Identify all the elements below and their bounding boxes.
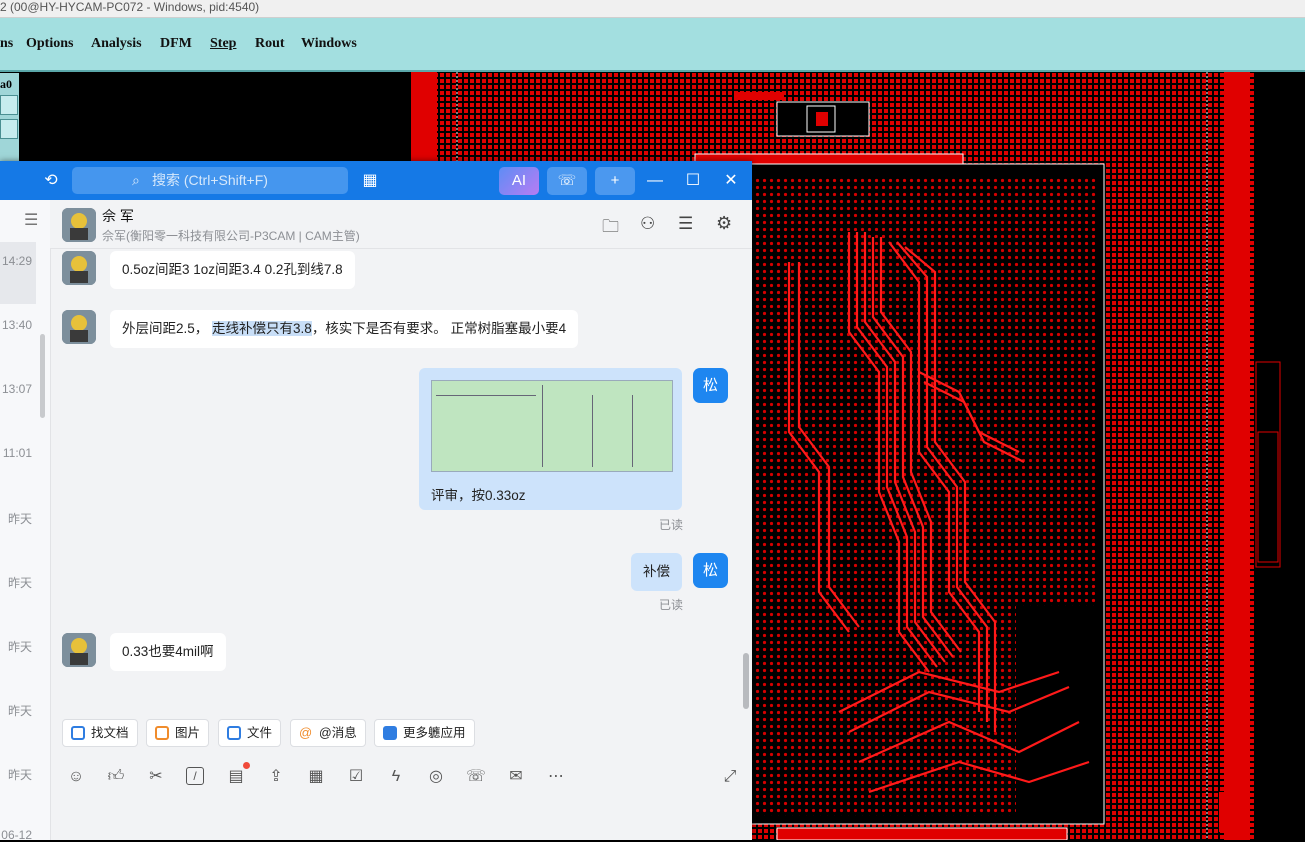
scissors-icon[interactable]: ✂	[146, 767, 166, 787]
read-status: 已读	[659, 598, 684, 612]
conversation-list: ☰ 14:29 13:40 13:07 11:01 昨天 昨天 昨天 昨天 昨天…	[0, 200, 51, 842]
conversation-time[interactable]: 昨天	[0, 510, 32, 527]
menu-item-windows[interactable]: Windows	[301, 36, 357, 52]
apps-grid-icon[interactable]: ▦	[356, 167, 384, 195]
strip-label: a0	[0, 77, 12, 91]
chat-titlebar: ⟲ ⌕ 搜索 (Ctrl+Shift+F) ▦ AI ☏ + — ☐ ✕	[0, 161, 752, 200]
contact-name: 佘 军	[102, 208, 134, 224]
conversation-time[interactable]: 11:01	[0, 446, 32, 460]
conversation-time[interactable]: 昨天	[0, 574, 32, 591]
image-thumbnail[interactable]	[431, 380, 673, 472]
menu-item-rout[interactable]: Rout	[255, 36, 285, 52]
search-history-icon[interactable]: ☰	[678, 214, 693, 234]
menu-item-analysis[interactable]: Analysis	[91, 36, 142, 52]
conversation-time[interactable]: 13:40	[0, 318, 32, 332]
messages-scrollbar[interactable]	[743, 653, 749, 709]
image-icon	[155, 726, 169, 740]
emoji-icon[interactable]: ☺	[66, 767, 86, 787]
document-edit-icon[interactable]: ▤	[226, 767, 246, 787]
calendar-icon[interactable]: ▦	[306, 767, 326, 787]
chat-header: 佘 军 佘军(衡阳零一科技有限公司-P3CAM | CAM主管) 🗀 ⚇ ☰ ⚙	[50, 200, 752, 249]
call-button[interactable]: ☏	[547, 167, 587, 195]
apps-icon	[383, 726, 397, 740]
find-document-chip[interactable]: 找文档	[62, 719, 138, 747]
message-bubble[interactable]: 0.33也要4mil啊	[110, 633, 226, 671]
file-chip[interactable]: 文件	[218, 719, 282, 747]
conversation-time[interactable]: 13:07	[0, 382, 32, 396]
image-chip[interactable]: 图片	[146, 719, 210, 747]
read-status: 已读	[659, 518, 684, 532]
expand-icon[interactable]: ⤢	[720, 767, 740, 787]
menu-icon[interactable]: ☰	[24, 210, 44, 230]
cam-left-toolstrip: a0	[0, 73, 19, 163]
folder-icon[interactable]: 🗀	[602, 214, 619, 243]
message-bubble[interactable]: 外层间距2.5， 走线补偿只有3.8，核实下是否有要求。 正常树脂塞最小要4	[110, 310, 579, 348]
conversation-time[interactable]: 昨天	[0, 638, 32, 655]
search-input[interactable]: ⌕ 搜索 (Ctrl+Shift+F)	[72, 167, 348, 194]
maximize-icon[interactable]: ☐	[680, 167, 706, 195]
message-bubble[interactable]: 0.5oz间距3 1oz间距3.4 0.2孔到线7.8	[110, 251, 355, 289]
menu-item-ns[interactable]: ns	[0, 36, 13, 52]
search-placeholder: 搜索 (Ctrl+Shift+F)	[152, 172, 268, 188]
image-message[interactable]: 评审，按0.33oz	[419, 368, 682, 510]
message-bubble[interactable]: 补偿	[631, 553, 682, 591]
more-apps-chip[interactable]: 更多軈应用	[374, 719, 475, 747]
minimize-icon[interactable]: —	[642, 167, 668, 195]
upload-icon[interactable]: ⇪	[266, 767, 286, 787]
sender-avatar[interactable]	[62, 633, 96, 667]
add-button[interactable]: +	[595, 167, 635, 195]
mention-chip[interactable]: @ @消息	[290, 719, 366, 747]
menu-item-options[interactable]: Options	[26, 36, 73, 52]
checkbox-icon[interactable]: ☑	[346, 767, 366, 787]
chat-window: ⟲ ⌕ 搜索 (Ctrl+Shift+F) ▦ AI ☏ + — ☐ ✕ ☰ 1…	[0, 161, 752, 842]
sender-avatar[interactable]	[62, 310, 96, 344]
conversation-time[interactable]: 14:29	[0, 254, 32, 268]
menu-item-step[interactable]: Step	[210, 36, 236, 52]
sender-avatar[interactable]	[62, 251, 96, 285]
more-icon[interactable]: ⋯	[546, 767, 566, 787]
mail-icon[interactable]: ✉	[506, 767, 526, 787]
settings-icon[interactable]: ⚙	[716, 213, 732, 234]
my-avatar[interactable]: 松	[693, 553, 728, 588]
contact-avatar[interactable]	[62, 208, 96, 242]
document-icon	[71, 726, 85, 740]
folder-icon	[227, 726, 241, 740]
phone-icon: ☏	[557, 172, 577, 189]
contact-subtitle: 佘军(衡阳零一科技有限公司-P3CAM | CAM主管)	[102, 229, 360, 243]
close-icon[interactable]: ✕	[718, 167, 744, 195]
cam-menubar: ns Options Analysis DFM Step Rout Window…	[0, 18, 1305, 72]
add-user-icon[interactable]: ⚇	[640, 214, 655, 234]
at-icon: @	[299, 725, 313, 740]
thumbs-up-icon[interactable]: 👍︎	[106, 767, 126, 787]
conversation-time[interactable]: 昨天	[0, 766, 32, 783]
selected-text: 走线补偿只有3.8	[212, 321, 312, 336]
screen-share-icon[interactable]: ◎	[426, 767, 446, 787]
conversation-selected[interactable]	[0, 242, 36, 304]
phone-icon[interactable]: ☏	[466, 767, 486, 787]
search-icon: ⌕	[132, 172, 140, 188]
slash-command-icon[interactable]: /	[186, 767, 204, 785]
cam-window-title: 2 (00@HY-HYCAM-PC072 - Windows, pid:4540…	[0, 0, 1305, 18]
menu-item-dfm[interactable]: DFM	[160, 36, 192, 52]
sidebar-scrollbar[interactable]	[40, 334, 45, 418]
strip-button[interactable]	[0, 119, 18, 139]
ai-button[interactable]: AI	[499, 167, 539, 195]
my-avatar[interactable]: 松	[693, 368, 728, 403]
conversation-time[interactable]: 昨天	[0, 702, 32, 719]
history-icon[interactable]: ⟲	[38, 167, 64, 195]
plus-icon: +	[610, 172, 620, 189]
notification-dot	[243, 762, 250, 769]
lightning-icon[interactable]: ϟ	[386, 767, 406, 787]
image-caption: 评审，按0.33oz	[431, 488, 526, 503]
strip-button[interactable]	[0, 95, 18, 115]
